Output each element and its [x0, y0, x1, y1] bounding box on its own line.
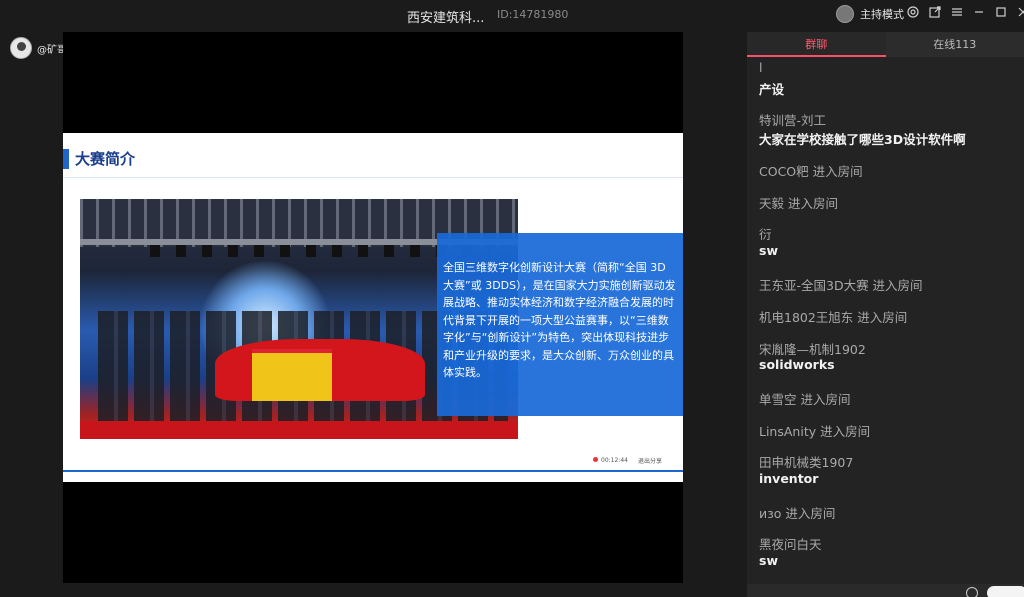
share-icon[interactable]: [928, 6, 942, 20]
share-timer: 00:12:44: [593, 457, 628, 464]
message-user: 特训营-刘工: [759, 113, 827, 128]
heading-accent-bar: [63, 149, 69, 169]
message-event: 单雪空 进入房间: [759, 392, 851, 407]
record-dot-icon: [593, 457, 598, 462]
description-box: 全国三维数字化创新设计大赛（简称“全国 3D 大赛”或 3DDS），是在国家大力…: [437, 233, 683, 416]
chat-tabs: 群聊 在线113: [747, 32, 1024, 57]
slide-heading: 大赛简介: [75, 150, 136, 168]
message-text: solidworks: [759, 357, 835, 372]
message-event: COCO粑 进入房间: [759, 164, 863, 179]
close-icon[interactable]: [1016, 6, 1024, 20]
gold-pedestal: [252, 349, 332, 401]
message-text: sw: [759, 243, 778, 258]
menu-icon[interactable]: [950, 6, 964, 20]
target-icon[interactable]: [906, 6, 920, 20]
host-avatar: [836, 5, 854, 23]
red-carpet: [80, 421, 518, 439]
tab-group-chat[interactable]: 群聊: [747, 32, 886, 57]
message-event: LinsAnity 进入房间: [759, 424, 871, 439]
window-title: 西安建筑科...: [407, 11, 485, 26]
slide-divider: [63, 177, 683, 178]
message-event: 机电1802王旭东 进入房间: [759, 310, 908, 325]
tab-online[interactable]: 在线113: [886, 32, 1024, 57]
message-text: 产设: [759, 82, 785, 97]
description-text: 全国三维数字化创新设计大赛（简称“全国 3D 大赛”或 3DDS），是在国家大力…: [443, 261, 676, 379]
exit-share-button[interactable]: 退出分享: [638, 456, 662, 465]
live-room-window: 西安建筑科... ID:14781980 主持模式 @矿哥3... 大赛简介 全…: [0, 0, 1024, 597]
message-text: sw: [759, 553, 778, 568]
minimize-icon[interactable]: [972, 6, 986, 20]
message-user: 黑夜问白天: [759, 537, 822, 552]
emoji-icon[interactable]: [966, 587, 978, 597]
message-text: 大家在学校接触了哪些3D设计软件啊: [759, 132, 966, 147]
message-event: изо 进入房间: [759, 506, 836, 521]
shared-slide: 大赛简介 全国三维数字化创新设计大赛（简称“全国 3D 大赛”或 3DDS），是…: [63, 133, 683, 482]
message-user: 衍: [759, 227, 772, 242]
message-event: 天毅 进入房间: [759, 196, 838, 211]
streamer-avatar[interactable]: [10, 37, 32, 59]
send-button[interactable]: [987, 586, 1024, 597]
room-id: ID:14781980: [497, 8, 569, 21]
window-controls: [906, 6, 1024, 20]
chat-panel: 群聊 在线113 l 产设 特训营-刘工 大家在学校接触了哪些3D设计软件啊 C…: [747, 32, 1024, 597]
share-footer: 00:12:44 退出分享: [593, 456, 662, 465]
maximize-icon[interactable]: [994, 6, 1008, 20]
slide-bottom-line: [63, 470, 683, 472]
chat-input[interactable]: [747, 584, 1024, 597]
video-stage[interactable]: 大赛简介 全国三维数字化创新设计大赛（简称“全国 3D 大赛”或 3DDS），是…: [63, 32, 683, 583]
message-user: l: [759, 60, 763, 75]
host-mode-label: 主持模式: [860, 8, 904, 21]
host-mode-button[interactable]: 主持模式: [836, 5, 904, 23]
message-text: inventor: [759, 471, 819, 486]
message-event: 王东亚-全国3D大赛 进入房间: [759, 278, 923, 293]
message-user: 田申机械类1907: [759, 455, 854, 470]
title-bar: 西安建筑科... ID:14781980 主持模式: [0, 0, 1024, 30]
message-user: 宋胤隆—机制1902: [759, 342, 866, 357]
